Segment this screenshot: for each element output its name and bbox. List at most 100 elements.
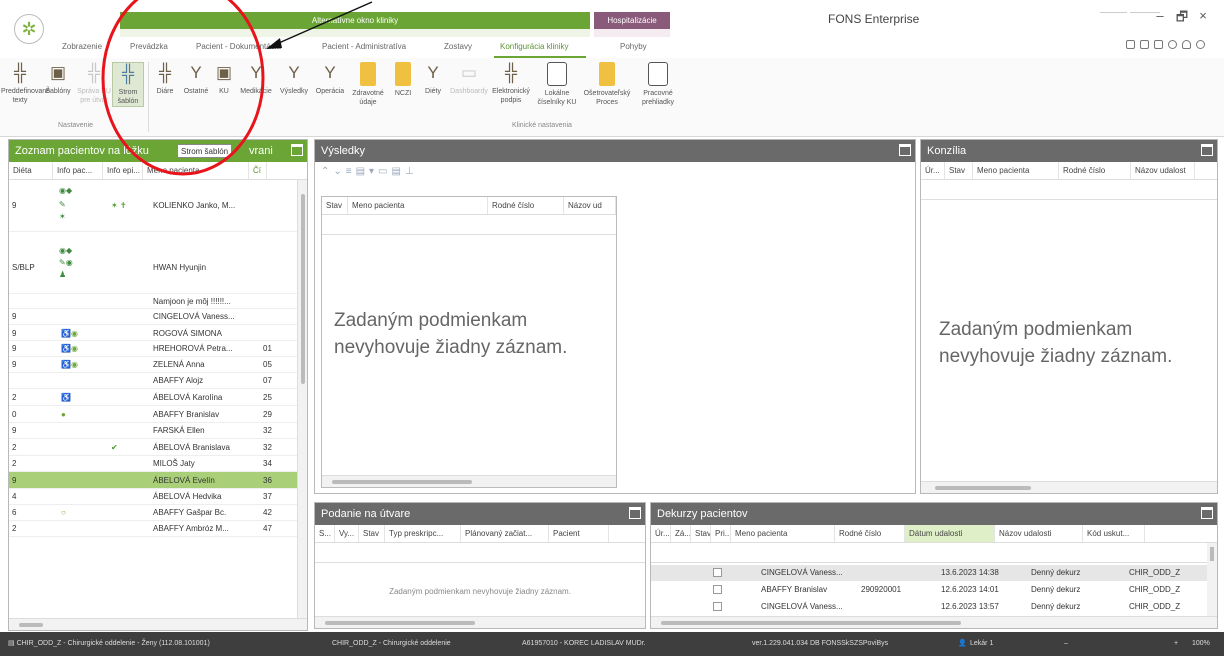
tab-zobrazenie[interactable]: Zobrazenie [62, 42, 102, 51]
list-item[interactable]: 2 ✔ ÁBELOVÁ Branislava 32 [9, 439, 299, 456]
tab-konfiguracia-kliniky[interactable]: Konfigurácia kliniky [500, 42, 568, 51]
quick-access-icon[interactable] [1140, 40, 1149, 49]
zoom-out-button[interactable]: – [1064, 632, 1068, 656]
filter-row[interactable] [651, 543, 1217, 563]
list-item[interactable]: 6 ○ ABAFFY Gašpar Bc. 42 [9, 505, 299, 521]
col-info-epi[interactable]: Info epi... [103, 162, 143, 179]
maximize-button[interactable]: 🗗 [1172, 8, 1192, 30]
list-item[interactable]: 9 FARSKÁ Ellen 32 [9, 423, 299, 439]
list-item[interactable]: S/BLP HWAN Hyunjin [9, 242, 299, 294]
bulb-icon[interactable] [1182, 40, 1191, 49]
list-item[interactable]: 2 ♿ ÁBELOVÁ Karolína 25 [9, 389, 299, 406]
ribbon-nczi[interactable]: NCZI [388, 62, 418, 98]
close-button[interactable]: × [1193, 8, 1213, 23]
filter-row[interactable] [322, 215, 616, 235]
ribbon-pracovne-prehliadky[interactable]: Pracovné prehliadky [634, 62, 682, 107]
help-icon[interactable] [1196, 40, 1205, 49]
scroll-thumb[interactable] [332, 480, 472, 484]
minimize-button[interactable]: – [1150, 8, 1170, 23]
ribbon-osetrovatelsky-proces[interactable]: Ošetrovateľský Proces [582, 62, 632, 107]
maximize-panel-icon[interactable] [1201, 144, 1213, 156]
ribbon-ostatne[interactable]: Y Ostatné [180, 62, 212, 96]
maximize-panel-icon[interactable] [899, 144, 911, 156]
list-item[interactable]: 9 ♿◉ HREHOROVÁ Petra... 01 [9, 341, 299, 357]
col-stav[interactable]: Stav [691, 525, 711, 542]
col-kod-uskutocnenia[interactable]: Kód uskut... [1083, 525, 1145, 542]
horizontal-scrollbar[interactable] [651, 616, 1217, 628]
col-rodne-cislo[interactable]: Rodné číslo [1059, 162, 1131, 179]
col-za[interactable]: Zá... [671, 525, 691, 542]
ribbon-sprava-ku[interactable]: ╬ Správa KU pre útvar [76, 62, 112, 105]
col-s[interactable]: S... [315, 525, 335, 542]
ribbon-strom-sablon[interactable]: ╬ Strom šablón [112, 62, 144, 107]
col-rodne-cislo[interactable]: Rodné číslo [488, 197, 564, 214]
list-item[interactable]: 9 ♿◉ ZELENÁ Anna 05 [9, 357, 299, 373]
vertical-scrollbar[interactable] [1207, 543, 1217, 617]
scroll-thumb[interactable] [1210, 547, 1214, 561]
col-dieta[interactable]: Diéta [9, 162, 53, 179]
tab-prevadzka[interactable]: Prevádzka [130, 42, 168, 51]
filter-row[interactable] [315, 543, 645, 563]
table-row[interactable]: CINGELOVÁ Vaness... 13.6.2023 14:38 Denný … [651, 565, 1207, 581]
tab-pohyby[interactable]: Pohyby [620, 42, 647, 51]
status-doctor[interactable]: A61957010 - KOREC LADISLAV MUDr. [522, 632, 646, 656]
list-item[interactable]: 0 ● ABAFFY Branislav 29 [9, 406, 299, 423]
list-item[interactable]: 9 ♿◉ ROGOVÁ SIMONA [9, 326, 299, 341]
ribbon-dashboardy[interactable]: ▭ Dashboardy [448, 62, 490, 96]
col-typ-preskripcie[interactable]: Typ preskripc... [385, 525, 461, 542]
app-logo-icon[interactable]: ✲ [14, 14, 44, 44]
tab-pacient-administrativa[interactable]: Pacient - Administratíva [322, 42, 406, 51]
maximize-panel-icon[interactable] [629, 507, 641, 519]
col-nazov-udalosti[interactable]: Názov ud [564, 197, 616, 214]
horizontal-scrollbar[interactable] [9, 618, 307, 630]
toolbar-icons[interactable]: ⌃⌄≡▤▾▭▤⊥ [321, 166, 418, 177]
filter-row[interactable] [921, 180, 1217, 200]
tab-zostavy[interactable]: Zostavy [444, 42, 472, 51]
col-cislo[interactable]: Čí [249, 162, 267, 179]
zoom-slider[interactable] [1100, 12, 1160, 13]
status-department-short[interactable]: CHIR_ODD_Z - Chirurgické oddelenie [332, 632, 451, 656]
col-ur[interactable]: Úr... [651, 525, 671, 542]
ribbon-lokalne-ciselniky[interactable]: Lokálne číselníky KU [536, 62, 578, 107]
col-meno-pacienta[interactable]: Meno pacienta [348, 197, 488, 214]
ribbon-operacia[interactable]: Y Operácia [312, 62, 348, 96]
table-row[interactable]: CINGELOVÁ Vaness... 12.6.2023 13:57 Denný … [651, 599, 1207, 615]
list-item[interactable]: 9 ÁBELOVÁ Evelín 36 [9, 472, 299, 489]
checkbox[interactable] [713, 568, 722, 577]
horizontal-scrollbar[interactable] [322, 475, 616, 487]
list-item[interactable]: 2 ABAFFY Ambróz M... 47 [9, 521, 299, 537]
col-meno-pacienta[interactable]: Meno pacienta [143, 162, 249, 179]
results-toolbar[interactable]: ⌃⌄≡▤▾▭▤⊥ [315, 162, 915, 186]
scroll-thumb[interactable] [325, 621, 475, 625]
col-meno-pacienta[interactable]: Meno pacienta [731, 525, 835, 542]
checkbox[interactable] [713, 602, 722, 611]
settings-icon[interactable] [1168, 40, 1177, 49]
maximize-panel-icon[interactable] [291, 144, 303, 156]
table-row[interactable]: ABAFFY Branislav 290920001 12.6.2023 14:01… [651, 582, 1207, 598]
horizontal-scrollbar[interactable] [315, 616, 645, 628]
vertical-scrollbar[interactable] [297, 180, 307, 620]
quick-access-icon[interactable] [1154, 40, 1163, 49]
col-stav[interactable]: Stav [322, 197, 348, 214]
status-department[interactable]: ▤ CHIR_ODD_Z - Chirurgické oddelenie - Ž… [8, 632, 210, 656]
col-ur[interactable]: Úr... [921, 162, 945, 179]
zoom-in-button[interactable]: + [1174, 632, 1178, 656]
list-item[interactable]: Namjoon je môj !!!!!!... [9, 295, 299, 309]
list-item[interactable]: ABAFFY Alojz 07 [9, 373, 299, 389]
ribbon-diare[interactable]: ╬ Diáre [150, 62, 180, 96]
ribbon-zdravotne-udaje[interactable]: Zdravotné údaje [348, 62, 388, 107]
col-meno-pacienta[interactable]: Meno pacienta [973, 162, 1059, 179]
status-user[interactable]: Lekár 1 [970, 632, 993, 656]
col-nazov-udalosti[interactable]: Názov udalost [1131, 162, 1195, 179]
checkbox[interactable] [713, 585, 722, 594]
scroll-thumb[interactable] [935, 486, 1031, 490]
quick-access-icon[interactable] [1126, 40, 1135, 49]
list-item[interactable]: 2 MILOŠ Jaty 34 [9, 456, 299, 472]
scroll-thumb[interactable] [661, 621, 961, 625]
col-datum-udalosti[interactable]: Dátum udalosti [905, 525, 995, 542]
list-item[interactable]: 4 ÁBELOVÁ Hedvika 37 [9, 489, 299, 505]
col-stav[interactable]: Stav [359, 525, 385, 542]
col-rodne-cislo[interactable]: Rodné číslo [835, 525, 905, 542]
horizontal-scrollbar[interactable] [921, 481, 1217, 493]
ribbon-vysledky[interactable]: Y Výsledky [276, 62, 312, 96]
